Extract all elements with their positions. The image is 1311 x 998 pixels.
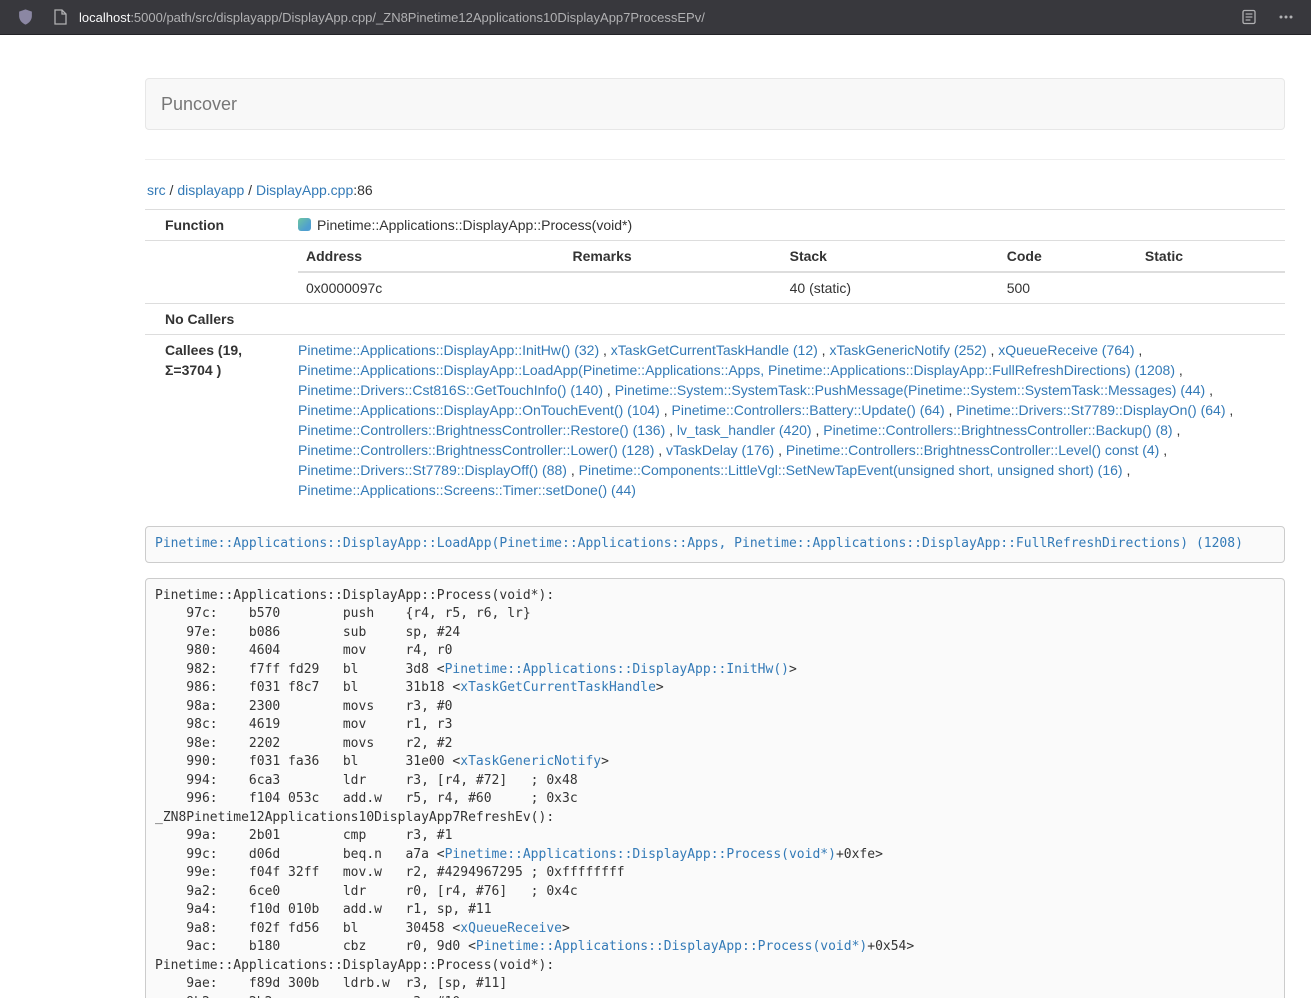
divider (145, 159, 1285, 160)
callees-list: Pinetime::Applications::DisplayApp::Init… (290, 335, 1285, 506)
callee-link[interactable]: Pinetime::Controllers::BrightnessControl… (298, 422, 665, 438)
breadcrumb-line-number: :86 (353, 182, 372, 198)
page-icon[interactable] (49, 6, 71, 28)
callee-link[interactable]: lv_task_handler (420) (677, 422, 812, 438)
code-symbol-link[interactable]: xTaskGetCurrentTaskHandle (460, 680, 656, 695)
details-row: Address Remarks Stack Code Static 0x0000… (145, 241, 1285, 304)
code-symbol-link[interactable]: Pinetime::Applications::DisplayApp::Proc… (445, 847, 836, 862)
column-stack: Stack (782, 241, 999, 272)
reader-view-icon-svg (1241, 9, 1257, 25)
no-callers-label: No Callers (145, 304, 290, 335)
brand-link[interactable]: Puncover (161, 94, 237, 115)
code-symbol-link[interactable]: Pinetime::Applications::DisplayApp::Proc… (476, 939, 867, 954)
callee-link[interactable]: Pinetime::Applications::DisplayApp::Init… (298, 342, 599, 358)
details-values-row: 0x0000097c 40 (static) 500 (298, 272, 1285, 303)
code-size-value: 500 (999, 272, 1137, 303)
shield-icon[interactable] (14, 6, 36, 28)
meatball-menu-icon-svg (1278, 9, 1294, 25)
callee-link[interactable]: Pinetime::Drivers::St7789::DisplayOff() … (298, 462, 567, 478)
callee-link[interactable]: Pinetime::Applications::Screens::Timer::… (298, 482, 636, 498)
column-code: Code (999, 241, 1137, 272)
callee-link[interactable]: xQueueReceive (764) (998, 342, 1134, 358)
breadcrumb-src[interactable]: src (147, 182, 166, 198)
callee-link[interactable]: Pinetime::Drivers::Cst816S::GetTouchInfo… (298, 382, 603, 398)
symbol-table: Function Pinetime::Applications::Display… (145, 209, 1285, 505)
function-name: Pinetime::Applications::DisplayApp::Proc… (317, 217, 632, 233)
function-type-icon (298, 218, 311, 231)
callee-link[interactable]: Pinetime::Applications::DisplayApp::OnTo… (298, 402, 660, 418)
highlighted-symbol-box: Pinetime::Applications::DisplayApp::Load… (145, 526, 1285, 563)
column-address: Address (298, 241, 564, 272)
callee-link[interactable]: Pinetime::Controllers::Battery::Update()… (672, 402, 945, 418)
callee-link[interactable]: Pinetime::Drivers::St7789::DisplayOn() (… (956, 402, 1225, 418)
breadcrumb-displayapp[interactable]: displayapp (177, 182, 244, 198)
page-icon-svg (53, 9, 67, 25)
code-symbol-link[interactable]: Pinetime::Applications::DisplayApp::Init… (445, 662, 789, 677)
callers-list (290, 304, 1285, 335)
url-path: :5000/path/src/displayapp/DisplayApp.cpp… (130, 10, 705, 25)
callee-link[interactable]: vTaskDelay (176) (666, 442, 774, 458)
meatball-menu-icon[interactable] (1275, 6, 1297, 28)
page: Puncover src / displayapp / DisplayApp.c… (0, 35, 1311, 998)
url-bar[interactable]: localhost:5000/path/src/displayapp/Displ… (79, 10, 1226, 25)
content-container: Puncover src / displayapp / DisplayApp.c… (145, 78, 1285, 998)
callee-link[interactable]: Pinetime::Controllers::BrightnessControl… (786, 442, 1159, 458)
column-remarks: Remarks (564, 241, 781, 272)
code-symbol-link[interactable]: xTaskGenericNotify (460, 754, 601, 769)
stack-value: 40 (static) (782, 272, 999, 303)
callee-link[interactable]: Pinetime::Applications::DisplayApp::Load… (298, 362, 1175, 378)
browser-toolbar: localhost:5000/path/src/displayapp/Displ… (0, 0, 1311, 35)
details-header-row: Address Remarks Stack Code Static (298, 241, 1285, 272)
function-label: Function (145, 210, 290, 241)
callee-link[interactable]: xTaskGetCurrentTaskHandle (12) (611, 342, 818, 358)
callee-link[interactable]: Pinetime::System::SystemTask::PushMessag… (615, 382, 1206, 398)
breadcrumb-file[interactable]: DisplayApp.cpp (256, 182, 353, 198)
details-row-label (145, 241, 290, 304)
static-value (1137, 272, 1285, 303)
symbol-details-table: Address Remarks Stack Code Static 0x0000… (298, 241, 1285, 303)
highlighted-symbol-link[interactable]: Pinetime::Applications::DisplayApp::Load… (155, 536, 1243, 551)
callee-link[interactable]: Pinetime::Components::LittleVgl::SetNewT… (579, 462, 1123, 478)
address-value: 0x0000097c (298, 272, 564, 303)
reader-view-icon[interactable] (1238, 6, 1260, 28)
breadcrumb: src / displayapp / DisplayApp.cpp:86 (147, 180, 1285, 200)
shield-icon-svg (17, 8, 34, 26)
code-symbol-link[interactable]: xQueueReceive (460, 921, 562, 936)
function-row: Function Pinetime::Applications::Display… (145, 210, 1285, 241)
no-callers-row: No Callers (145, 304, 1285, 335)
callee-link[interactable]: Pinetime::Controllers::BrightnessControl… (298, 442, 654, 458)
callee-link[interactable]: Pinetime::Controllers::BrightnessControl… (823, 422, 1172, 438)
navbar: Puncover (145, 78, 1285, 130)
breadcrumb-separator: / (244, 182, 256, 198)
url-host: localhost (79, 10, 130, 25)
callee-link[interactable]: xTaskGenericNotify (252) (829, 342, 986, 358)
column-static: Static (1137, 241, 1285, 272)
remarks-value (564, 272, 781, 303)
breadcrumb-separator: / (166, 182, 178, 198)
callees-row: Callees (19, Σ=3704 ) Pinetime::Applicat… (145, 335, 1285, 506)
disassembly: Pinetime::Applications::DisplayApp::Proc… (145, 578, 1285, 998)
callees-label: Callees (19, Σ=3704 ) (145, 335, 290, 506)
